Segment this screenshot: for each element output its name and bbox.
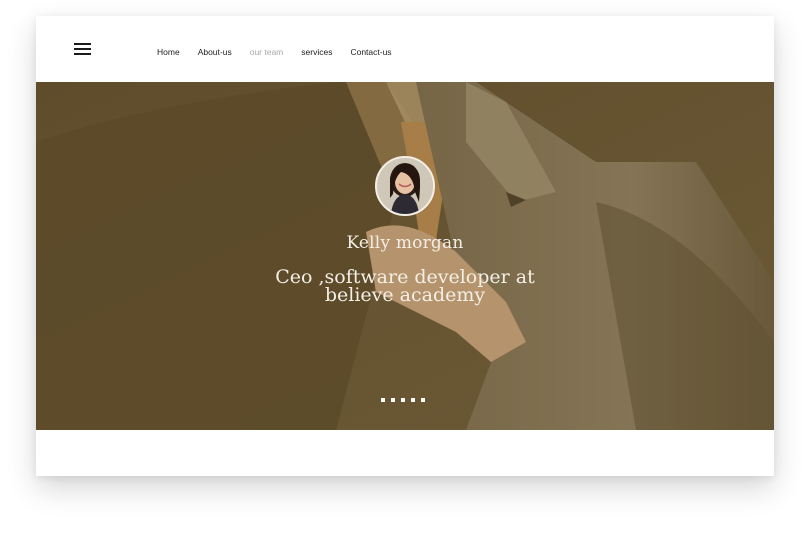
slider-dot-2[interactable] (391, 398, 395, 402)
team-hero-slider: Kelly morgan Ceo ,software developer at … (36, 82, 774, 430)
nav-link-contact-us[interactable]: Contact-us (350, 47, 391, 57)
slider-pagination (381, 398, 431, 402)
hero-background-image (36, 82, 774, 430)
top-navbar: Home About-us our team services Contact-… (36, 16, 774, 82)
menu-bar (74, 53, 91, 55)
menu-bar (74, 48, 91, 50)
slider-dot-5[interactable] (421, 398, 425, 402)
portrait-photo (377, 158, 433, 214)
slider-dot-3[interactable] (401, 398, 405, 402)
team-member-name: Kelly morgan (346, 233, 464, 253)
main-nav: Home About-us our team services Contact-… (157, 47, 410, 57)
nav-link-services[interactable]: services (301, 47, 332, 57)
slider-dot-4[interactable] (411, 398, 415, 402)
team-member-avatar (375, 156, 435, 216)
nav-link-about-us[interactable]: About-us (198, 47, 232, 57)
slider-dot-1[interactable] (381, 398, 385, 402)
menu-bar (74, 43, 91, 45)
nav-link-our-team[interactable]: our team (250, 47, 284, 57)
nav-link-home[interactable]: Home (157, 47, 180, 57)
team-member-role: Ceo ,software developer at believe acade… (275, 266, 535, 306)
hamburger-menu-icon[interactable] (74, 43, 91, 56)
page-window: Home About-us our team services Contact-… (36, 16, 774, 476)
